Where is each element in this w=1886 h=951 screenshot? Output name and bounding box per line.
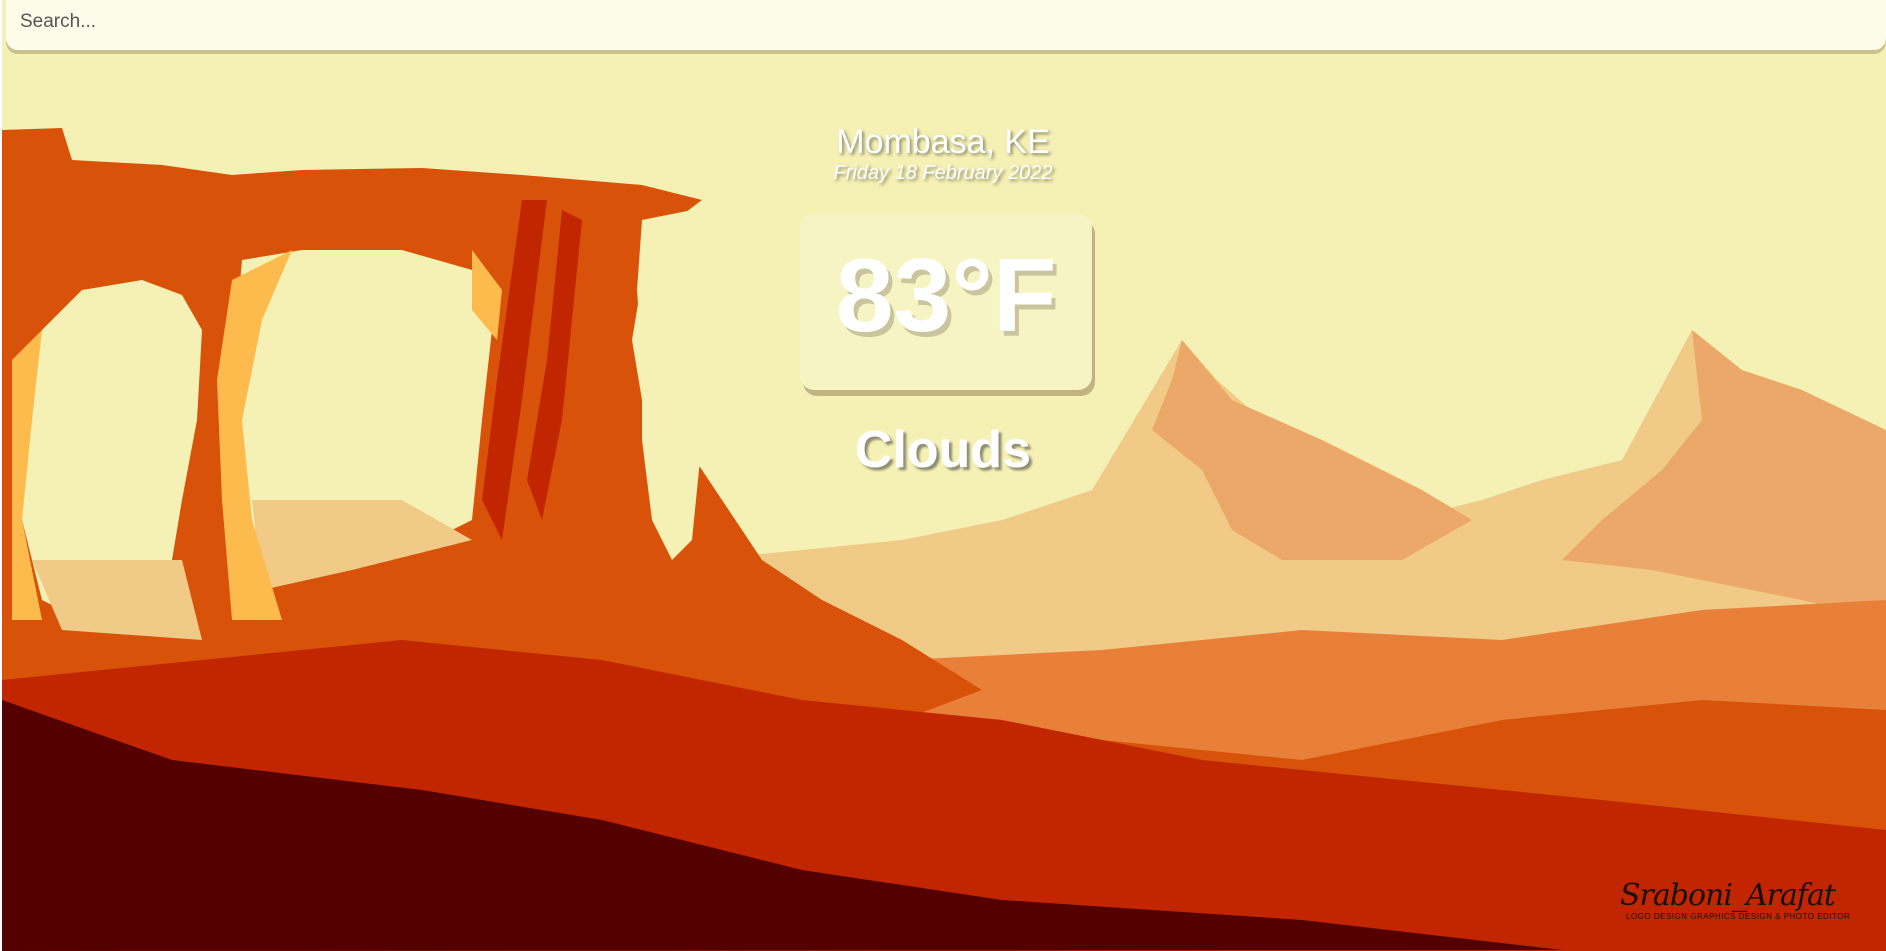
weather-condition: Clouds bbox=[854, 421, 1032, 479]
location-label: Mombasa, KE bbox=[836, 123, 1050, 161]
search-bar bbox=[6, 0, 1886, 50]
temperature-value: 83°F bbox=[835, 238, 1057, 354]
signature-logo: Sraboni_Arafat LOGO DESIGN GRAPHICS DESI… bbox=[1612, 878, 1872, 924]
search-input[interactable] bbox=[6, 0, 1886, 44]
date-label: Friday 18 February 2022 bbox=[833, 162, 1053, 184]
signature-name: Sraboni_Arafat bbox=[1620, 878, 1836, 913]
signature-tagline: LOGO DESIGN GRAPHICS DESIGN & PHOTO EDIT… bbox=[1626, 912, 1851, 921]
temperature-card: 83°F bbox=[800, 214, 1092, 390]
